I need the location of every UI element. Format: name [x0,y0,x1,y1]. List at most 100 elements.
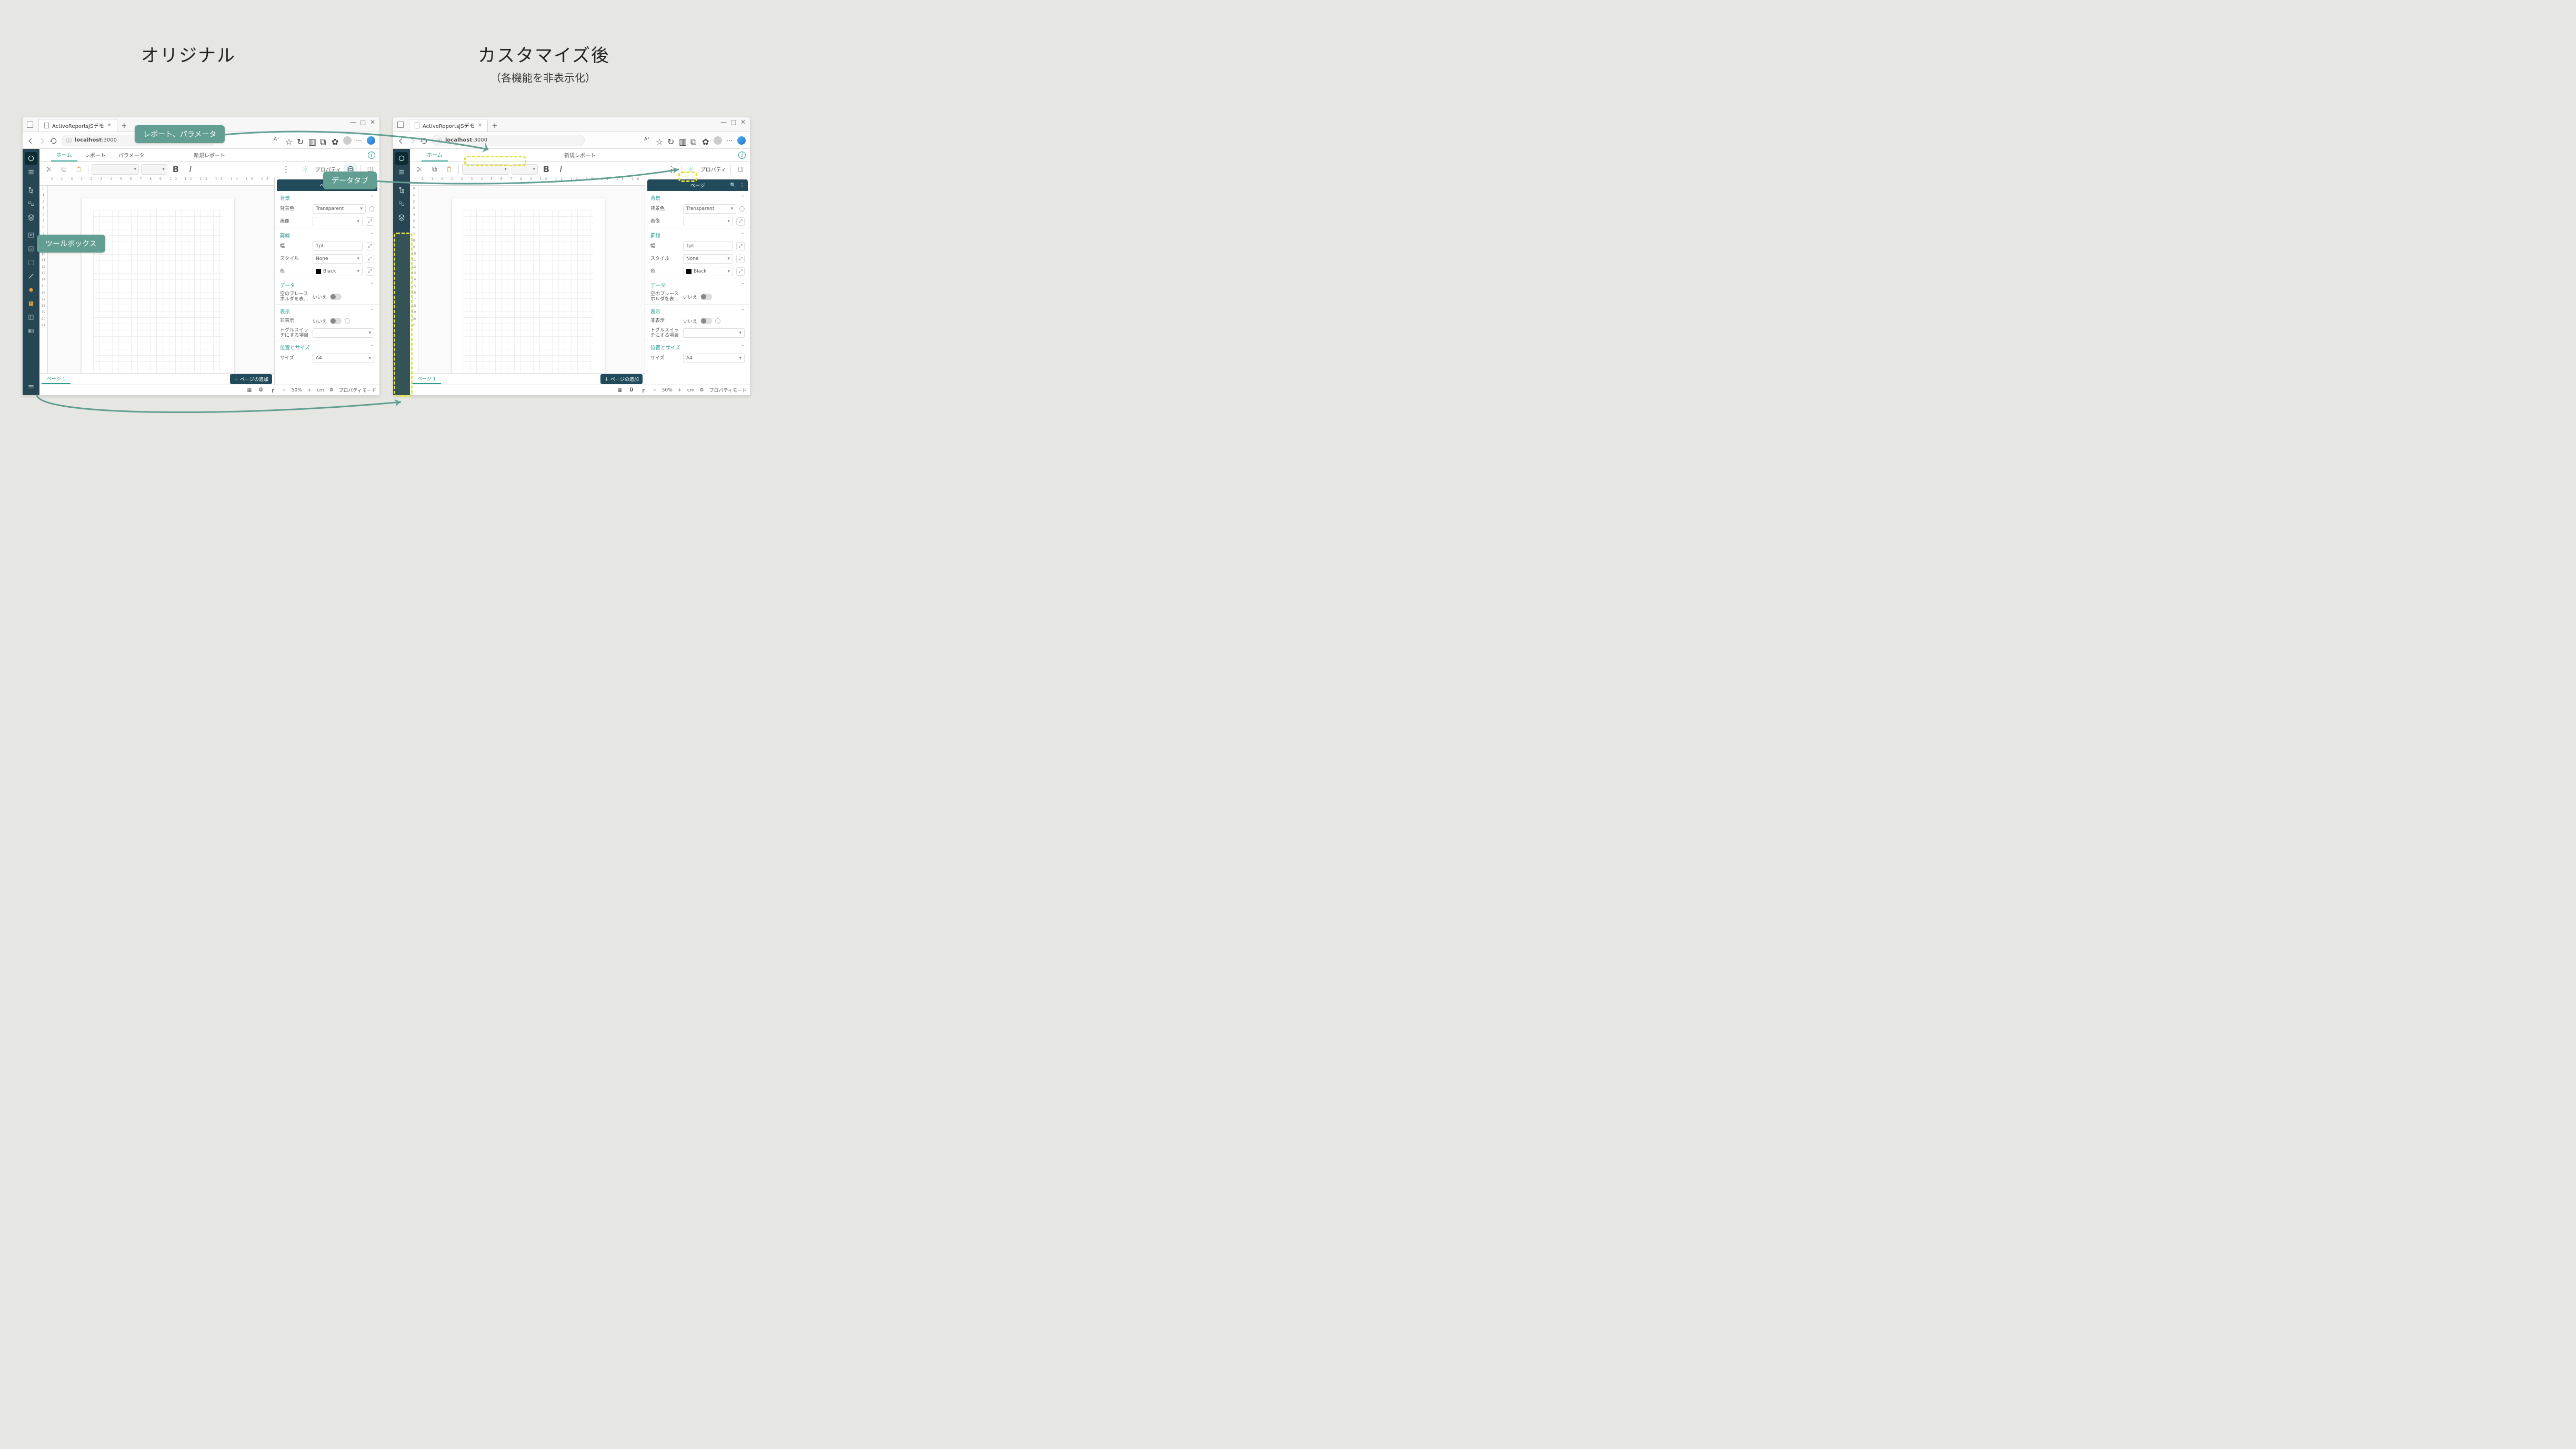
tab-overview-icon[interactable] [397,122,404,128]
zoom-out-button[interactable]: − [650,386,659,395]
report-page[interactable] [82,198,234,385]
gear-icon[interactable]: ⚙ [698,386,706,395]
extensions-icon[interactable]: ✿ [702,137,709,144]
sidebar-layers-icon[interactable] [395,211,408,224]
expand-icon[interactable]: ⤢ [736,255,745,263]
canvas[interactable]: 2 1 0 1 2 3 4 5 6 7 8 9 10 11 12 13 14 1… [410,177,645,385]
sidebar-container-icon[interactable] [25,256,37,269]
refresh2-icon[interactable]: ↻ [667,137,675,144]
tab-report[interactable]: レポート [79,149,111,162]
collections-icon[interactable]: ▥ [679,137,686,144]
expand-icon[interactable]: ⤢ [736,267,745,276]
section-pos[interactable]: 位置とサイズ [280,344,310,351]
profile-icon[interactable] [714,136,722,145]
sidebar-tree-icon[interactable] [395,184,408,196]
field-image[interactable]: ▾ [313,217,363,226]
field-image[interactable]: ▾ [683,217,733,226]
section-data[interactable]: データ [650,281,666,289]
section-data[interactable]: データ [280,281,295,289]
info-icon[interactable]: i [738,152,746,159]
field-size[interactable]: A4▾ [683,354,745,363]
sidebar-checkbox-icon[interactable] [25,243,37,255]
font-size-select[interactable]: ▾ [141,164,167,175]
expand-icon[interactable]: ⤢ [366,267,374,276]
toggle-hidden[interactable] [330,318,342,324]
field-toggle[interactable]: ▾ [683,328,745,338]
canvas[interactable]: 2 1 0 1 2 3 4 5 6 7 8 9 10 11 12 13 14 1… [39,177,274,385]
expand-icon[interactable]: ⤢ [366,242,374,250]
toggle-placeholder[interactable] [700,294,712,300]
field-width[interactable]: 1pt [683,242,733,251]
font-family-select[interactable]: ▾ [92,164,139,175]
snap-icon[interactable]: Ü [627,386,636,395]
sidebar-text-icon[interactable] [25,229,37,242]
win-close-icon[interactable]: ✕ [740,119,746,125]
guides-icon[interactable]: ┏ [639,386,647,395]
browser-tab[interactable]: ActiveReportsJSデモ ✕ [38,119,117,132]
property-label[interactable]: プロパティ [699,165,727,173]
unit-label[interactable]: cm [687,388,695,393]
field-width[interactable]: 1pt [313,242,363,251]
sidebar-group-icon[interactable] [25,197,37,210]
field-style[interactable]: None▾ [683,254,733,264]
grid-icon[interactable]: ▦ [616,386,624,395]
tab-home[interactable]: ホーム [51,149,77,162]
page-tab[interactable]: ページ 1 [42,374,71,384]
toggle-placeholder[interactable] [330,294,342,300]
expand-icon[interactable]: ⤢ [366,255,374,263]
win-close-icon[interactable]: ✕ [370,119,375,125]
field-toggle[interactable]: ▾ [313,328,374,338]
win-min-icon[interactable]: — [720,119,726,125]
field-bgcolor[interactable]: Transparent▾ [313,204,366,214]
toggle-hidden[interactable] [700,318,712,324]
collections2-icon[interactable]: ⧉ [690,137,698,144]
new-tab-button[interactable]: + [118,120,130,132]
report-page[interactable] [452,198,605,385]
add-page-button[interactable]: ＋ページの追加 [600,374,643,384]
favorite-icon[interactable]: ☆ [656,137,663,144]
field-color[interactable]: Black▾ [313,267,363,276]
section-bg[interactable]: 背景 [280,194,290,202]
sidebar-group-icon[interactable] [395,197,408,210]
section-border[interactable]: 罫線 [650,232,660,239]
sidebar-logo-icon[interactable] [25,152,37,165]
panel-menu-icon[interactable]: ⋮ [740,183,745,188]
section-border[interactable]: 罫線 [280,232,290,239]
toolbar-more-icon[interactable]: ⋮ [280,163,293,176]
section-display[interactable]: 表示 [280,308,290,315]
field-size[interactable]: A4▾ [313,354,374,363]
tab-close-icon[interactable]: ✕ [478,123,482,128]
back-icon[interactable] [27,137,34,144]
color-dot-icon[interactable] [369,206,374,212]
sidebar-layers-icon[interactable] [25,211,37,224]
sidebar-menu-icon[interactable] [25,166,37,178]
search-icon[interactable]: 🔍 [730,183,736,188]
zoom-in-button[interactable]: + [676,386,684,395]
read-aloud-icon[interactable]: A⁺ [644,137,651,144]
section-bg[interactable]: 背景 [650,194,660,202]
cut-icon[interactable] [43,163,55,176]
section-pos[interactable]: 位置とサイズ [650,344,680,351]
section-display[interactable]: 表示 [650,308,660,315]
copilot-icon[interactable] [737,136,746,145]
field-bgcolor[interactable]: Transparent▾ [683,204,736,214]
page-tab[interactable]: ページ 1 [412,374,441,384]
settings-icon[interactable] [299,163,312,176]
site-info-icon[interactable]: ⓘ [66,136,72,144]
sidebar-toc-icon[interactable] [25,297,37,310]
forward-icon[interactable] [38,137,46,144]
sidebar-line-icon[interactable] [25,270,37,283]
win-max-icon[interactable]: ▢ [360,119,365,125]
mode-label[interactable]: プロパティモード [709,387,747,394]
color-dot-icon[interactable] [739,206,745,212]
field-style[interactable]: None▾ [313,254,363,264]
sidebar-table-icon[interactable] [25,311,37,324]
bold-button[interactable]: B [169,163,182,176]
win-max-icon[interactable]: ▢ [730,119,736,125]
italic-button[interactable]: I [184,163,197,176]
expand-icon[interactable]: ⤢ [736,242,745,250]
tab-overview-icon[interactable] [27,122,33,128]
win-min-icon[interactable]: — [350,119,355,125]
tab-close-icon[interactable]: ✕ [107,123,112,128]
tab-parameter[interactable]: パラメータ [113,149,150,162]
